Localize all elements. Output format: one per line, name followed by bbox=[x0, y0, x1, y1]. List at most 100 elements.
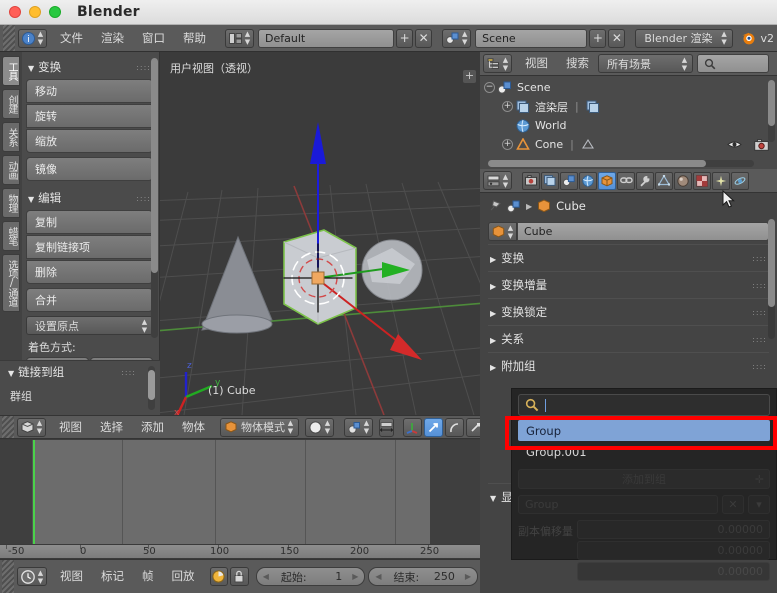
menu-help[interactable]: 帮助 bbox=[174, 29, 215, 48]
group-option-group-001[interactable]: Group.001 bbox=[518, 441, 770, 462]
timeline-menu-playback[interactable]: 回放 bbox=[163, 567, 204, 586]
outliner-row-world[interactable]: World bbox=[480, 116, 777, 135]
dupli-offset-y-field[interactable]: 0.00000 bbox=[577, 541, 770, 560]
dupli-offset-z-field[interactable]: 0.00000 bbox=[577, 562, 770, 581]
render-layer-item-icon[interactable] bbox=[586, 100, 600, 113]
tool-duplicate-linked-button[interactable]: 复制链接项 bbox=[26, 235, 153, 259]
tool-tab-animation[interactable]: 动画 bbox=[2, 155, 20, 185]
manipulator-toggle-button[interactable] bbox=[403, 417, 422, 437]
tool-rotate-button[interactable]: 旋转 bbox=[26, 104, 153, 128]
pin-icon[interactable] bbox=[488, 199, 502, 213]
tool-scale-button[interactable]: 缩放 bbox=[26, 129, 153, 153]
timeline-editor[interactable]: -50 0 50 100 150 200 250 ▲ ▼ 视图 标记 帧 回放 … bbox=[0, 440, 480, 593]
properties-tab-material[interactable] bbox=[674, 171, 692, 190]
scene-icon[interactable] bbox=[507, 200, 521, 213]
editor-grip[interactable] bbox=[3, 25, 15, 51]
tool-tab-physics[interactable]: 物理 bbox=[2, 188, 20, 218]
properties-tab-modifiers[interactable] bbox=[636, 171, 654, 190]
screen-layout-icon-selector[interactable]: ▲ ▼ bbox=[225, 28, 254, 48]
menu-render[interactable]: 渲染 bbox=[92, 29, 133, 48]
properties-tab-render-layers[interactable] bbox=[541, 171, 559, 190]
tool-tab-grease-pencil[interactable]: 蜡笔 bbox=[2, 221, 20, 251]
delete-scene-button[interactable]: ✕ bbox=[608, 28, 626, 48]
outliner-menu-search[interactable]: 搜索 bbox=[557, 54, 598, 73]
outliner-tree[interactable]: − Scene + 渲染层 | World + Cone | bbox=[480, 76, 777, 169]
tool-delete-button[interactable]: 删除 bbox=[26, 260, 153, 284]
3d-viewport-canvas[interactable]: z y x 用户视图（透视） (1) Cube + bbox=[160, 52, 480, 415]
view3d-editor-type-selector[interactable]: ▲ ▼ bbox=[17, 417, 46, 437]
object-id-selector[interactable]: ▲ ▼ bbox=[488, 222, 517, 241]
viewport-shading-selector[interactable]: ▲ ▼ bbox=[305, 417, 334, 437]
editor-grip[interactable] bbox=[2, 416, 14, 438]
timeline-canvas[interactable] bbox=[0, 440, 480, 544]
scene-name-field[interactable]: Scene bbox=[475, 28, 588, 48]
properties-tab-texture[interactable] bbox=[693, 171, 711, 190]
camera-icon[interactable] bbox=[754, 138, 769, 151]
interaction-mode-dropdown[interactable]: 物体模式 ▲ ▼ bbox=[220, 417, 299, 437]
set-origin-dropdown[interactable]: 设置原点 ▲ ▼ bbox=[26, 316, 153, 335]
outliner-row-scene[interactable]: − Scene bbox=[480, 78, 777, 97]
end-frame-field[interactable]: ◀ 结束: 250 ▶ bbox=[368, 567, 478, 586]
tool-tab-tools[interactable]: 工具 bbox=[2, 56, 20, 86]
close-window-button[interactable] bbox=[9, 6, 21, 18]
chevron-left-icon[interactable]: ◀ bbox=[375, 572, 381, 581]
outliner-horizontal-scrollbar[interactable] bbox=[488, 160, 754, 167]
properties-panel-transform-locks[interactable]: ▶ 变换锁定 :::: bbox=[488, 298, 769, 325]
start-frame-field[interactable]: ◀ 起始: 1 ▶ bbox=[255, 567, 366, 586]
chevron-left-icon[interactable]: ◀ bbox=[263, 572, 269, 581]
group-panel-scrollbar[interactable] bbox=[148, 366, 155, 410]
timeline-menu-frame[interactable]: 帧 bbox=[133, 567, 163, 586]
toolshelf-expand-button[interactable]: + bbox=[463, 70, 476, 83]
properties-scrollbar[interactable] bbox=[768, 219, 775, 339]
tool-join-button[interactable]: 合并 bbox=[26, 288, 153, 312]
view3d-menu-add[interactable]: 添加 bbox=[132, 418, 173, 437]
properties-tab-scene[interactable] bbox=[560, 171, 578, 190]
group-search-popup[interactable]: Group Group.001 添加到组 ✛ Group ✕ ▾ 副本偏移量 0… bbox=[511, 388, 777, 581]
properties-tab-constraints[interactable] bbox=[617, 171, 635, 190]
outliner-display-mode-dropdown[interactable]: 所有场景 ▲ ▼ bbox=[598, 54, 693, 73]
editor-grip[interactable] bbox=[2, 560, 14, 593]
add-to-group-button[interactable]: 添加到组 ✛ bbox=[518, 469, 770, 489]
properties-panel-transform[interactable]: ▶ 变换 :::: bbox=[488, 244, 769, 271]
tool-tab-options[interactable]: 选项/通道 bbox=[2, 254, 20, 312]
view3d-menu-view[interactable]: 视图 bbox=[50, 418, 91, 437]
properties-panel-groups[interactable]: ▶ 附加组 :::: bbox=[488, 352, 769, 379]
properties-panel-delta-transform[interactable]: ▶ 变换增量 :::: bbox=[488, 271, 769, 298]
chevron-right-icon[interactable]: ▶ bbox=[352, 572, 358, 581]
outliner-vertical-scrollbar[interactable] bbox=[768, 80, 775, 142]
tool-duplicate-button[interactable]: 复制 bbox=[26, 210, 153, 234]
properties-tab-world[interactable] bbox=[579, 171, 597, 190]
object-name-input[interactable]: Cube bbox=[517, 222, 769, 241]
properties-tab-render[interactable] bbox=[522, 171, 540, 190]
outliner-editor-type-selector[interactable]: ▲ ▼ bbox=[483, 54, 512, 73]
group-dropdown-button[interactable]: ▾ bbox=[748, 495, 770, 514]
outliner-row-cone[interactable]: + Cone | bbox=[480, 135, 777, 154]
scene-icon-selector[interactable]: ▲ ▼ bbox=[442, 28, 472, 48]
properties-editor-type-selector[interactable]: ▲ ▼ bbox=[483, 171, 512, 190]
timeline-menu-marker[interactable]: 标记 bbox=[92, 567, 133, 586]
minimize-window-button[interactable] bbox=[29, 6, 41, 18]
menu-file[interactable]: 文件 bbox=[51, 29, 92, 48]
info-editor-type-selector[interactable]: i ▲ ▼ bbox=[18, 28, 47, 48]
panel-header-transform[interactable]: ▼ 变换 :::: bbox=[26, 56, 153, 79]
menu-window[interactable]: 窗口 bbox=[133, 29, 174, 48]
view3d-menu-select[interactable]: 选择 bbox=[91, 418, 132, 437]
clear-group-button[interactable]: ✕ bbox=[722, 495, 744, 514]
manipulator-translate-button[interactable] bbox=[424, 417, 443, 437]
expand-icon[interactable]: + bbox=[502, 101, 513, 112]
properties-tab-physics[interactable] bbox=[731, 171, 749, 190]
render-engine-dropdown[interactable]: Blender 渲染 ▲ ▼ bbox=[635, 28, 733, 48]
properties-tab-object-data[interactable] bbox=[655, 171, 673, 190]
group-option-group[interactable]: Group bbox=[518, 420, 770, 441]
manipulator-rotate-button[interactable] bbox=[445, 417, 464, 437]
add-layout-button[interactable]: + bbox=[396, 28, 414, 48]
add-scene-button[interactable]: + bbox=[589, 28, 607, 48]
timeline-editor-type-selector[interactable]: ▲ ▼ bbox=[17, 567, 47, 586]
tool-shelf-scrollbar[interactable] bbox=[151, 58, 158, 338]
outliner-row-render-layers[interactable]: + 渲染层 | bbox=[480, 97, 777, 116]
tool-tab-relations[interactable]: 关系 bbox=[2, 122, 20, 152]
properties-tab-particles[interactable] bbox=[712, 171, 730, 190]
outliner-menu-view[interactable]: 视图 bbox=[516, 54, 557, 73]
eye-icon[interactable] bbox=[727, 139, 742, 150]
group-search-input[interactable] bbox=[518, 394, 770, 416]
